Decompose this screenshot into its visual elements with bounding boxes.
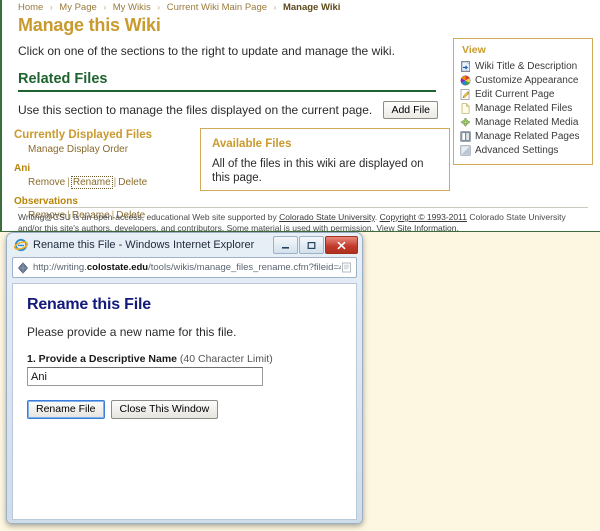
breadcrumb-separator-icon: › <box>103 3 106 12</box>
rename-file-button[interactable]: Rename File <box>27 400 105 419</box>
sidebar-item-label: Wiki Title & Description <box>475 60 577 73</box>
popup-content-area: Rename this File Please provide a new na… <box>12 283 357 520</box>
breadcrumb-separator-icon: › <box>274 3 277 12</box>
popup-button-row: Rename File Close This Window <box>27 400 342 419</box>
footer-link-colorado-state-university[interactable]: Colorado State University <box>279 212 375 222</box>
page-icon[interactable] <box>341 262 352 273</box>
media-puzzle-icon <box>460 117 471 128</box>
sidebar-item-wiki-title-description[interactable]: Wiki Title & Description <box>460 59 586 73</box>
breadcrumb-item-current-wiki-main-page[interactable]: Current Wiki Main Page <box>167 2 267 13</box>
sidebar-item-label: Edit Current Page <box>475 88 555 101</box>
color-wheel-icon <box>460 75 471 86</box>
sidebar-item-label: Advanced Settings <box>475 144 558 157</box>
address-bar-url: http://writing.colostate.edu/tools/wikis… <box>33 262 341 273</box>
site-footer: Writing@CSU is an open-access, education… <box>18 207 588 232</box>
file-delete-link[interactable]: Delete <box>118 177 147 188</box>
breadcrumb-item-my-page[interactable]: My Page <box>59 2 97 13</box>
sidebar-title: View <box>460 44 586 56</box>
file-rename-link[interactable]: Rename <box>72 177 112 188</box>
restore-button[interactable] <box>299 236 324 254</box>
window-controls <box>273 236 358 254</box>
footer-text-part1: Writing@CSU is an open-access, education… <box>18 212 279 222</box>
available-files-text: All of the files in this wiki are displa… <box>212 157 438 185</box>
minimize-button[interactable] <box>273 236 298 254</box>
pencil-page-icon <box>460 89 471 100</box>
file-list-item: Ani Remove|Rename|Delete <box>14 163 200 189</box>
sidebar-item-label: Manage Related Files <box>475 102 572 115</box>
sidebar-item-label: Manage Related Pages <box>475 130 580 143</box>
descriptive-name-label: 1. Provide a Descriptive Name (40 Charac… <box>27 353 342 365</box>
window-settings-icon <box>460 145 471 156</box>
action-separator: | <box>114 177 117 188</box>
rename-file-popup-window: Rename this File - Windows Internet Expl… <box>6 232 363 524</box>
currently-displayed-files-heading: Currently Displayed Files <box>14 128 200 142</box>
popup-instruction: Please provide a new name for this file. <box>27 325 342 339</box>
address-bar[interactable]: http://writing.colostate.edu/tools/wikis… <box>12 257 357 278</box>
sidebar-item-customize-appearance[interactable]: Customize Appearance <box>460 73 586 87</box>
field-char-limit-hint: (40 Character Limit) <box>180 353 273 365</box>
close-button[interactable] <box>325 236 358 254</box>
available-files-title: Available Files <box>212 138 438 150</box>
page-arrow-icon <box>460 61 471 72</box>
internet-explorer-icon <box>14 238 28 252</box>
sidebar-item-label: Manage Related Media <box>475 116 578 129</box>
sidebar-item-advanced-settings[interactable]: Advanced Settings <box>460 143 586 157</box>
breadcrumb-separator-icon: › <box>157 3 160 12</box>
add-file-button[interactable]: Add File <box>383 101 438 119</box>
related-files-description: Use this section to manage the files dis… <box>18 103 372 117</box>
action-separator: | <box>67 177 70 188</box>
url-prefix: http://writing. <box>33 262 87 273</box>
footer-text-part4: . <box>456 223 458 232</box>
footer-link-copyright[interactable]: Copyright © 1993-2011 <box>380 212 467 222</box>
file-remove-link[interactable]: Remove <box>28 177 65 188</box>
related-files-description-row: Use this section to manage the files dis… <box>18 101 438 119</box>
field-label-text: 1. Provide a Descriptive Name <box>27 353 177 365</box>
page-title: Manage this Wiki <box>18 15 600 36</box>
available-files-box: Available Files All of the files in this… <box>200 128 450 191</box>
globe-icon <box>17 262 29 274</box>
view-sidebar-panel: View Wiki Title & Description Customize <box>453 38 593 165</box>
footer-link-site-information[interactable]: Site Information <box>397 223 457 232</box>
sidebar-item-manage-related-files[interactable]: Manage Related Files <box>460 101 586 115</box>
popup-window-title: Rename this File - Windows Internet Expl… <box>33 239 273 251</box>
sidebar-item-manage-related-pages[interactable]: Manage Related Pages <box>460 129 586 143</box>
breadcrumb-item-manage-wiki: Manage Wiki <box>283 2 340 13</box>
file-actions: Remove|Rename|Delete <box>28 176 200 189</box>
sidebar-item-label: Customize Appearance <box>475 74 578 87</box>
copy-pages-icon <box>460 131 471 142</box>
breadcrumb-item-my-wikis[interactable]: My Wikis <box>113 2 151 13</box>
file-name-label: Ani <box>14 163 200 175</box>
related-files-heading: Related Files <box>18 71 436 92</box>
wiki-page: Home › My Page › My Wikis › Current Wiki… <box>0 0 600 232</box>
url-suffix: /tools/wikis/manage_files_rename.cfm?fil… <box>148 262 341 273</box>
popup-heading: Rename this File <box>27 296 342 314</box>
popup-title-bar[interactable]: Rename this File - Windows Internet Expl… <box>7 233 362 257</box>
blank-page-icon <box>460 103 471 114</box>
close-this-window-button[interactable]: Close This Window <box>111 400 219 419</box>
sidebar-item-manage-related-media[interactable]: Manage Related Media <box>460 115 586 129</box>
url-domain: colostate.edu <box>87 262 148 273</box>
sidebar-item-edit-current-page[interactable]: Edit Current Page <box>460 87 586 101</box>
manage-display-order-link[interactable]: Manage Display Order <box>28 143 200 156</box>
breadcrumb-separator-icon: › <box>50 3 53 12</box>
breadcrumb: Home › My Page › My Wikis › Current Wiki… <box>2 0 600 14</box>
breadcrumb-item-home[interactable]: Home <box>18 2 43 13</box>
descriptive-name-input[interactable] <box>27 367 263 386</box>
